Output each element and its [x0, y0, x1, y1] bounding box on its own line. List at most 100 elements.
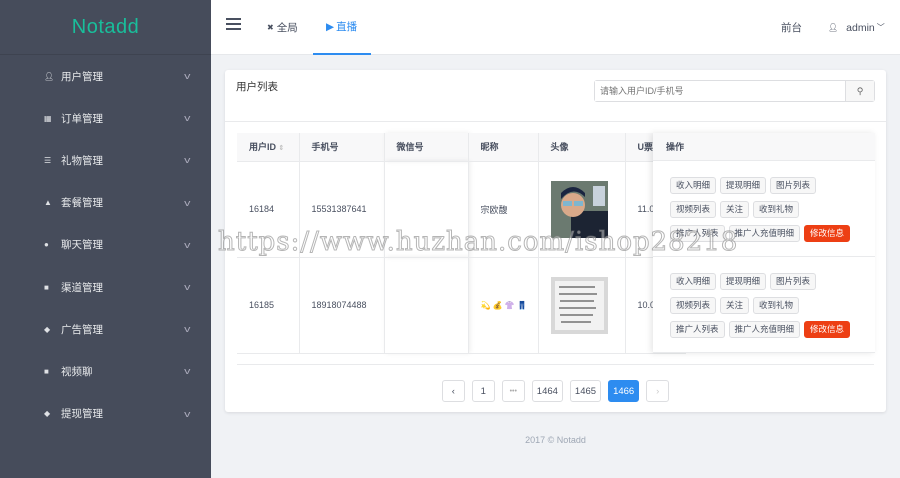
page-ellipsis[interactable]: ••• [501, 380, 525, 402]
sidebar-item-withdraw[interactable]: ◆ 提现管理 v [0, 393, 211, 435]
page-button[interactable]: 1464 [531, 380, 563, 402]
sidebar-item-channels[interactable]: ■ 渠道管理 v [0, 266, 211, 308]
tab-label: 直播 [336, 21, 358, 33]
tag-icon: ◆ [44, 409, 51, 419]
play-icon: ▶ [326, 20, 335, 33]
footer: 2017 © Notadd [525, 435, 586, 445]
row-actions: 收入明细 提现明细 图片列表 视频列表 关注 收到礼物 推广人列表 推广人充值明细 修改信息 [653, 161, 875, 257]
tab-live[interactable]: ▶ 直播 [313, 0, 371, 55]
follow-button[interactable]: 关注 [720, 201, 750, 218]
page-button-current[interactable]: 1466 [608, 380, 640, 402]
edit-info-button[interactable]: 修改信息 [804, 321, 851, 338]
sidebar-item-label: 提现管理 [61, 408, 103, 421]
avatar-image[interactable] [550, 276, 608, 334]
income-detail-button[interactable]: 收入明细 [670, 273, 717, 290]
income-detail-button[interactable]: 收入明细 [670, 177, 717, 194]
chevron-down-icon: v [183, 197, 190, 208]
video-list-button[interactable]: 视频列表 [670, 201, 717, 218]
sidebar-item-video-chat[interactable]: ■ 视频聊 v [0, 350, 211, 392]
promoter-recharge-button[interactable]: 推广人充值明细 [728, 225, 801, 242]
page-button[interactable]: 1 [471, 380, 495, 402]
withdraw-detail-button[interactable]: 提现明细 [720, 177, 767, 194]
chevron-down-icon: v [183, 155, 190, 166]
tab-label: 全局 [276, 22, 298, 34]
table-header: 用户ID ⇕ 手机号 微信号 昵称 头像 U票 [237, 133, 686, 162]
tab-global[interactable]: ✖ 全局 [267, 0, 298, 55]
promoter-list-button[interactable]: 推广人列表 [670, 321, 725, 338]
sidebar-item-label: 用户管理 [61, 70, 103, 83]
promoter-recharge-button[interactable]: 推广人充值明细 [728, 321, 801, 338]
promoter-list-button[interactable]: 推广人列表 [670, 225, 725, 242]
sidebar: Notadd 👤︎ 用户管理 v ▦ 订单管理 v ☰ 礼物管理 v ▲ 套餐管理 v ● 聊天管… [0, 0, 211, 478]
sidebar-item-label: 聊天管理 [61, 239, 103, 252]
cell-id: 16184 [237, 161, 300, 258]
chevron-down-icon: v [183, 282, 190, 293]
received-gifts-button[interactable]: 收到礼物 [753, 297, 800, 314]
table-row: 16185 18918074488 💫 💰 👚 👖 10.0 [237, 257, 686, 354]
chevron-down-icon: v [183, 113, 190, 124]
chevron-down-icon: v [183, 408, 190, 419]
sort-icon[interactable]: ⇕ [279, 145, 285, 152]
list-icon: ▦ [44, 113, 52, 123]
col-wechat: 微信号 [384, 133, 469, 162]
cell-avatar [538, 257, 626, 354]
col-avatar: 头像 [538, 133, 626, 162]
tag-icon: ◆ [44, 324, 51, 334]
sidebar-item-chat[interactable]: ● 聊天管理 v [0, 224, 211, 266]
image-list-button[interactable]: 图片列表 [770, 177, 817, 194]
col-nickname: 昵称 [468, 133, 539, 162]
front-link[interactable]: 前台 [781, 0, 802, 55]
chat-icon: ● [44, 240, 49, 250]
next-page-button[interactable]: › [646, 380, 670, 402]
user-icon: 👤︎ [828, 23, 839, 32]
col-actions: 操作 [653, 133, 875, 161]
user-menu[interactable]: 👤︎ admin ﹀ [828, 0, 885, 55]
cell-id: 16185 [237, 257, 300, 354]
chevron-down-icon: v [183, 239, 190, 250]
search-input[interactable] [595, 81, 845, 101]
sidebar-item-label: 渠道管理 [61, 281, 103, 294]
search-button[interactable]: ⚲ [845, 81, 874, 101]
server-icon: ☰ [44, 155, 52, 165]
card-title: 用户列表 [236, 81, 278, 93]
edit-info-button[interactable]: 修改信息 [804, 225, 851, 242]
cell-phone: 18918074488 [299, 257, 385, 354]
username: admin [846, 21, 875, 34]
image-list-button[interactable]: 图片列表 [770, 273, 817, 290]
col-user-id[interactable]: 用户ID ⇕ [237, 133, 300, 162]
user-list-card: 用户列表 ⚲ 用户ID ⇕ 手机号 微信号 昵称 头像 U票 16184 155… [225, 70, 886, 412]
sidebar-item-label: 广告管理 [61, 323, 103, 336]
page-button[interactable]: 1465 [569, 380, 602, 402]
actions-column: 操作 收入明细 提现明细 图片列表 视频列表 关注 收到礼物 推广人列表 推广人充值明细修… [653, 133, 875, 353]
sidebar-item-label: 视频聊 [61, 365, 93, 378]
withdraw-detail-button[interactable]: 提现明细 [720, 273, 767, 290]
sidebar-item-users[interactable]: 👤︎ 用户管理 v [0, 55, 211, 97]
chevron-down-icon: ﹀ [876, 23, 885, 32]
menu-toggle-icon[interactable] [226, 18, 241, 30]
sidebar-menu: 👤︎ 用户管理 v ▦ 订单管理 v ☰ 礼物管理 v ▲ 套餐管理 v ● 聊天管理 v ■ 渠道管… [0, 55, 211, 435]
user-table: 用户ID ⇕ 手机号 微信号 昵称 头像 U票 16184 1553138764… [237, 133, 686, 354]
cell-wechat [384, 161, 469, 258]
video-list-button[interactable]: 视频列表 [670, 297, 717, 314]
cell-avatar [538, 161, 626, 258]
top-header: ✖ 全局 ▶ 直播 前台 👤︎ admin ﹀ [211, 0, 900, 55]
sidebar-item-label: 订单管理 [61, 112, 103, 125]
sidebar-item-label: 礼物管理 [61, 154, 103, 167]
sidebar-item-gifts[interactable]: ☰ 礼物管理 v [0, 139, 211, 181]
avatar-image[interactable] [550, 180, 608, 238]
prev-page-button[interactable]: ‹ [441, 380, 465, 402]
received-gifts-button[interactable]: 收到礼物 [753, 201, 800, 218]
sidebar-item-ads[interactable]: ◆ 广告管理 v [0, 308, 211, 350]
col-phone: 手机号 [299, 133, 385, 162]
search-box: ⚲ [594, 80, 875, 102]
sidebar-item-packages[interactable]: ▲ 套餐管理 v [0, 182, 211, 224]
cell-nickname: 💫 💰 👚 👖 [468, 257, 539, 354]
chevron-down-icon: v [183, 71, 190, 82]
brand-logo[interactable]: Notadd [0, 0, 211, 55]
follow-button[interactable]: 关注 [720, 297, 750, 314]
sidebar-item-orders[interactable]: ▦ 订单管理 v [0, 97, 211, 139]
table-row: 16184 15531387641 宗欧馥 11.0 [237, 161, 686, 258]
folder-icon: ■ [44, 282, 49, 292]
tools-icon: ✖ [267, 23, 274, 32]
divider [237, 364, 874, 365]
